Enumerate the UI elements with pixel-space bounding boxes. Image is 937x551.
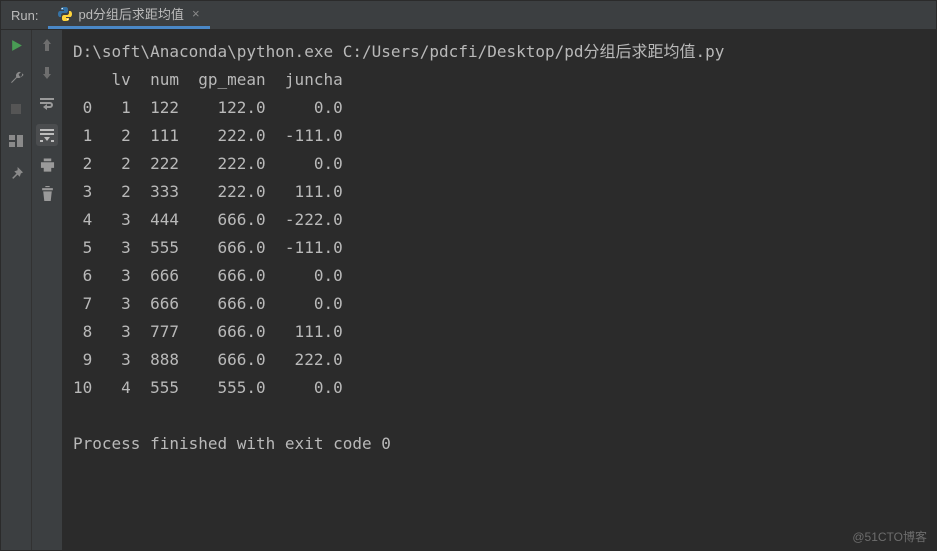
pin-icon[interactable] (7, 164, 25, 182)
wrench-icon[interactable] (7, 68, 25, 86)
close-tab-icon[interactable]: × (192, 6, 200, 21)
console-text: D:\soft\Anaconda\python.exe C:/Users/pdc… (73, 38, 936, 458)
run-tab-title: pd分组后求距均值 (78, 4, 183, 23)
scroll-to-end-icon[interactable] (36, 124, 58, 146)
run-tool-tab-bar: Run: pd分组后求距均值 × (1, 1, 936, 30)
run-tab-active[interactable]: pd分组后求距均值 × (48, 1, 209, 29)
rerun-icon[interactable] (7, 36, 25, 54)
run-gutter-left (1, 30, 32, 550)
stop-icon[interactable] (7, 100, 25, 118)
run-label: Run: (1, 1, 48, 29)
python-file-icon (58, 7, 72, 21)
console-output[interactable]: D:\soft\Anaconda\python.exe C:/Users/pdc… (63, 30, 936, 550)
down-arrow-icon[interactable] (38, 64, 56, 82)
print-icon[interactable] (38, 156, 56, 174)
layout-icon[interactable] (7, 132, 25, 150)
trash-icon[interactable] (38, 184, 56, 202)
up-arrow-icon[interactable] (38, 36, 56, 54)
run-gutter-arrows (32, 30, 63, 550)
watermark: @51CTO博客 (852, 528, 927, 545)
soft-wrap-icon[interactable] (36, 92, 58, 114)
